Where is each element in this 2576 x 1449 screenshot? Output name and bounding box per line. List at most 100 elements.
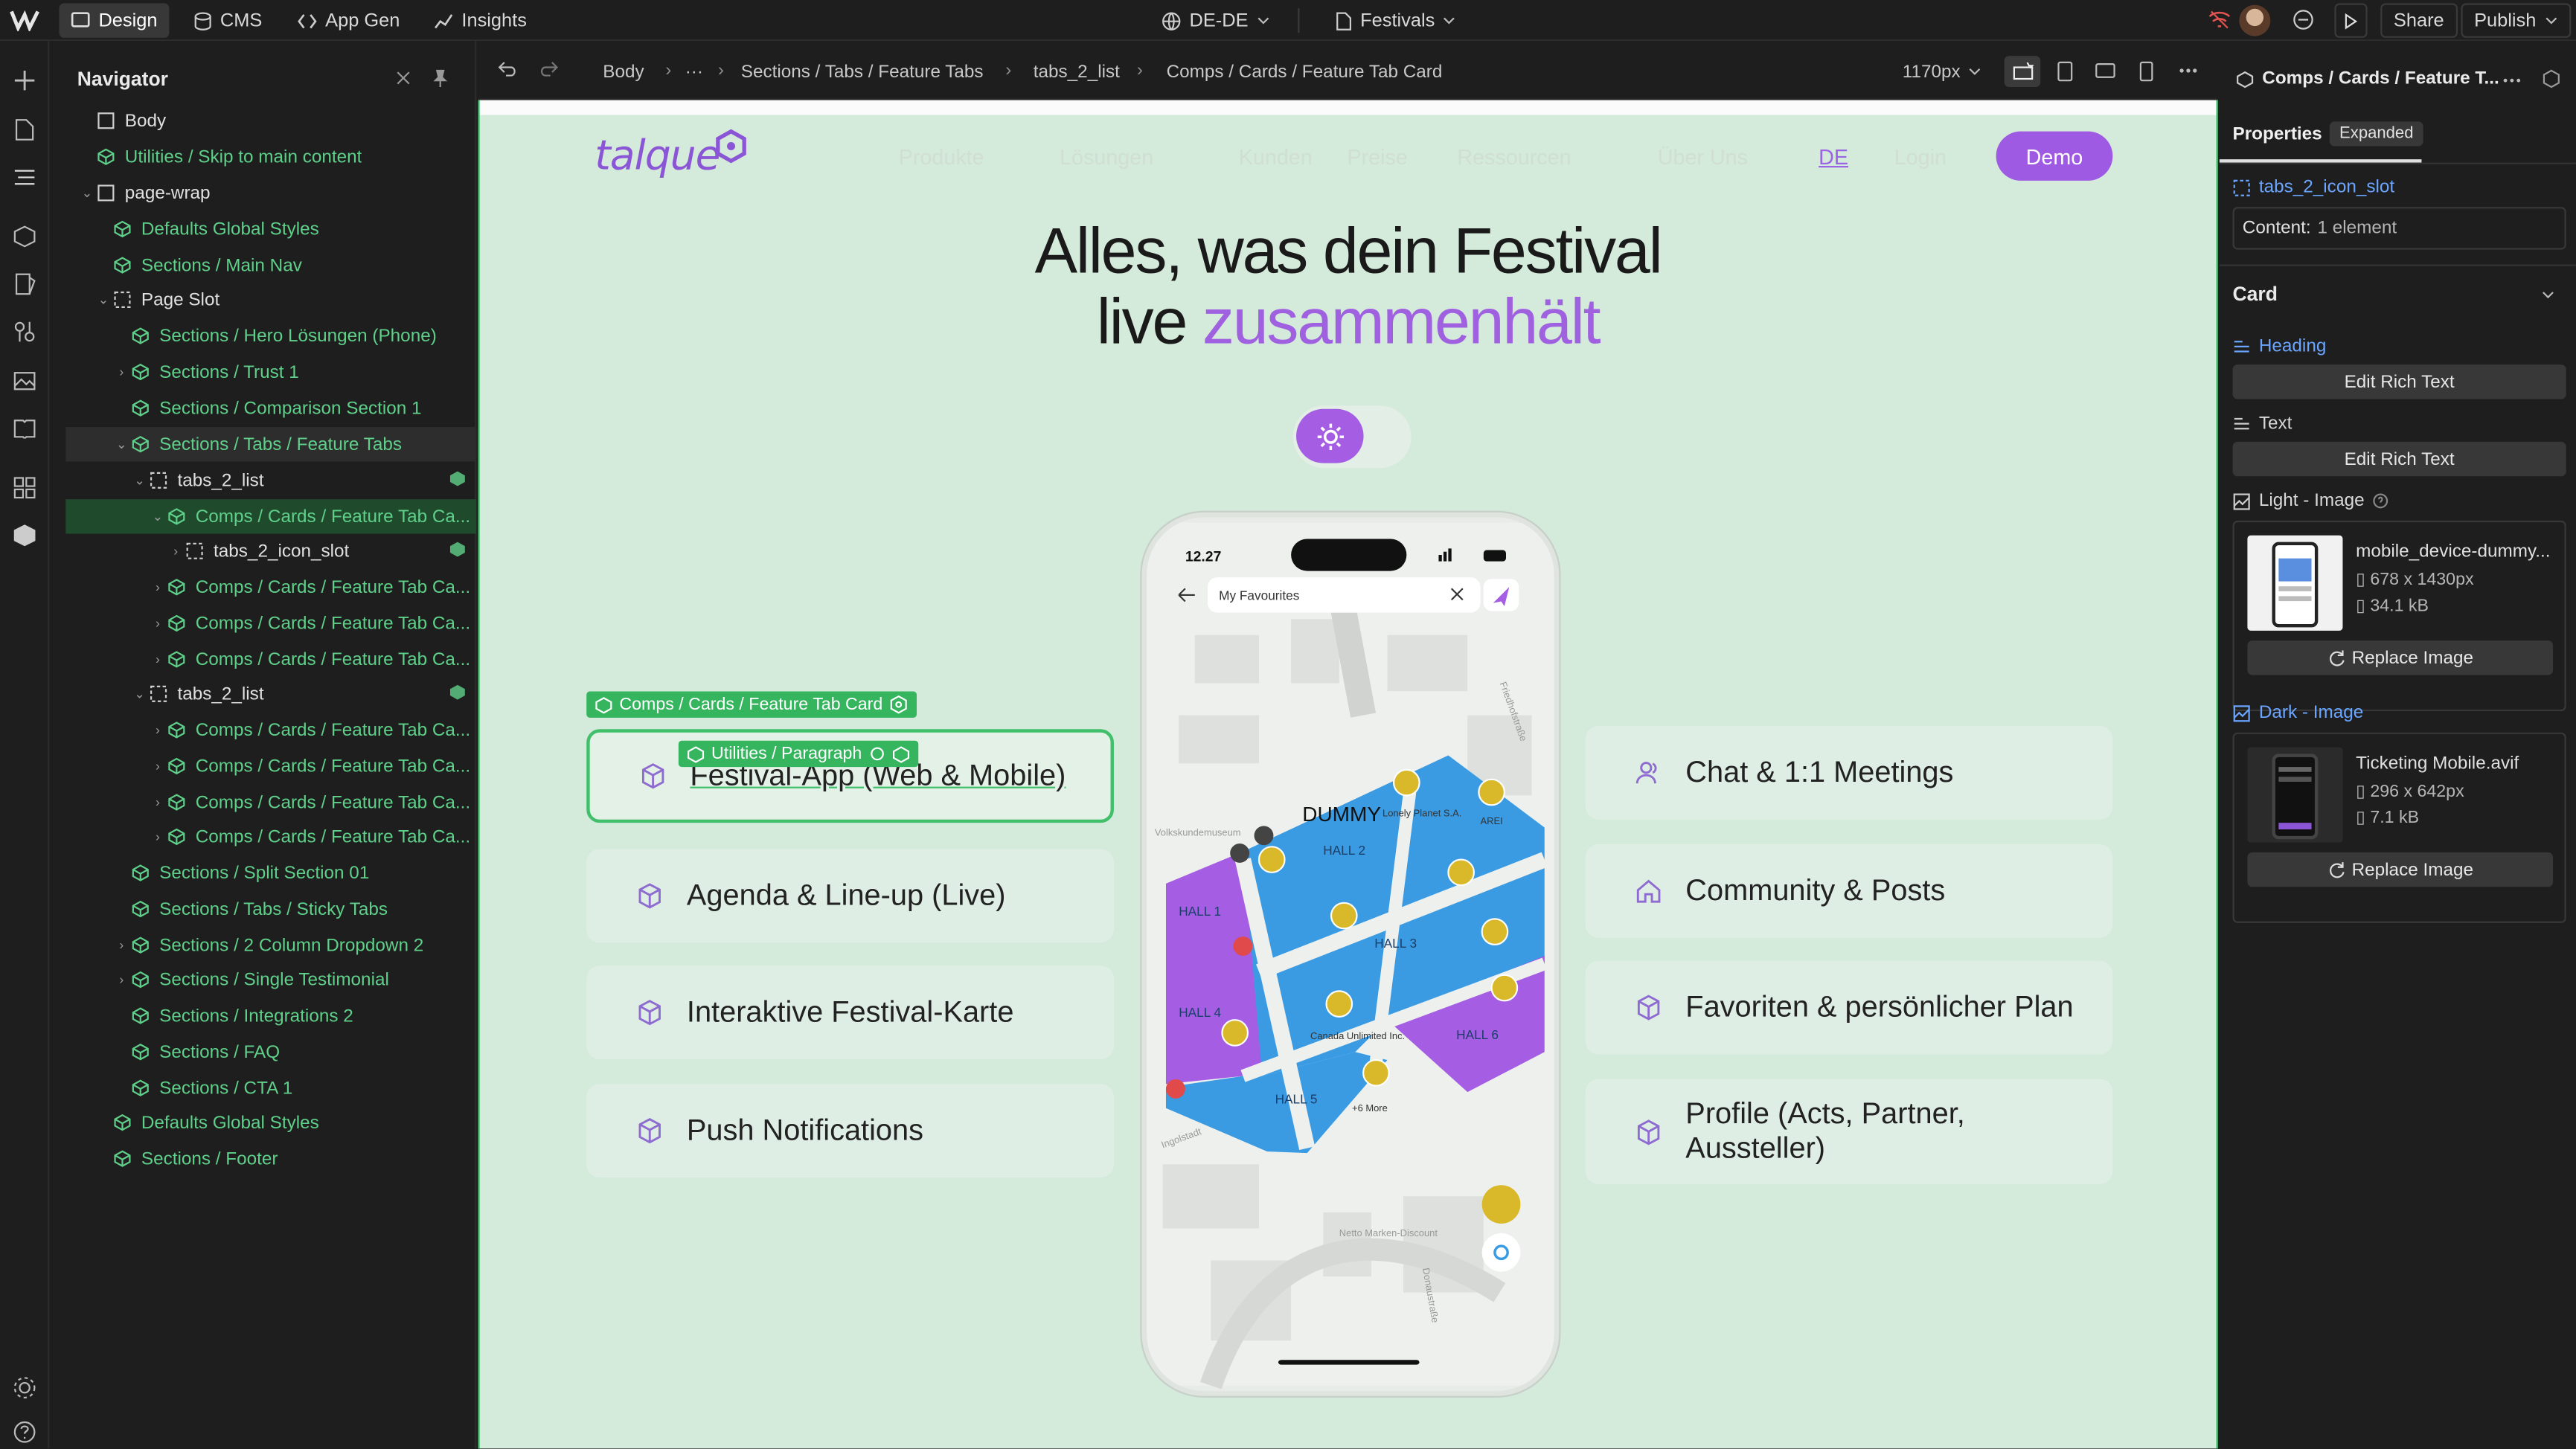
navigator-row[interactable]: › Comps / Cards / Feature Tab Ca...: [65, 785, 476, 819]
theme-toggle[interactable]: [1292, 405, 1412, 469]
feature-card-chat[interactable]: Chat & 1:1 Meetings: [1585, 725, 2113, 820]
design-canvas[interactable]: talque Produkte Lösungen Kunden Preise R…: [478, 100, 2218, 1449]
chevron-down-icon[interactable]: ⌄: [150, 509, 166, 524]
navigator-row[interactable]: › Comps / Cards / Feature Tab Ca...: [65, 642, 476, 676]
tab-cms[interactable]: CMS: [182, 3, 274, 37]
components-icon[interactable]: [10, 222, 39, 251]
breakpoint-desktop-active[interactable]: [2004, 56, 2041, 88]
navigator-row[interactable]: › Comps / Cards / Feature Tab Ca...: [65, 713, 476, 747]
chevron-right-icon[interactable]: ›: [150, 579, 166, 594]
favorite-pin-icon[interactable]: [1447, 858, 1475, 887]
chevron-right-icon[interactable]: ›: [150, 829, 166, 844]
edit-heading-button[interactable]: Edit Rich Text: [2232, 364, 2566, 399]
help-icon[interactable]: [2373, 492, 2389, 509]
favorite-pin-icon[interactable]: [1325, 990, 1353, 1018]
settings-icon[interactable]: [10, 1373, 39, 1403]
navigator-row[interactable]: Sections / Tabs / Sticky Tabs: [65, 892, 476, 926]
map-poi-icon[interactable]: [1233, 936, 1253, 956]
help-icon[interactable]: [10, 1417, 39, 1447]
favorite-pin-icon[interactable]: [1478, 778, 1505, 806]
navigator-row[interactable]: › Sections / 2 Column Dropdown 2: [65, 928, 476, 962]
favorite-pin-icon[interactable]: [1221, 1019, 1249, 1047]
feature-card-push[interactable]: Push Notifications: [586, 1084, 1114, 1178]
add-icon[interactable]: [10, 65, 39, 95]
selection-tag-card[interactable]: Comps / Cards / Feature Tab Card: [586, 691, 917, 718]
navigator-row[interactable]: ⌄ page-wrap: [65, 176, 476, 210]
navigator-row[interactable]: ⌄ Comps / Cards / Feature Tab Ca...: [65, 499, 477, 534]
navigator-row[interactable]: Sections / CTA 1: [65, 1071, 476, 1105]
nav-link-ueber-uns[interactable]: Über Uns: [1658, 144, 1748, 169]
tab-properties[interactable]: Properties: [2233, 125, 2322, 144]
library-icon[interactable]: [10, 414, 39, 443]
navigator-row[interactable]: Body: [65, 103, 476, 138]
heading-prop-row[interactable]: Heading: [2233, 337, 2566, 356]
canvas-width[interactable]: 1170px: [1903, 62, 1961, 82]
mobile-portrait-icon[interactable]: [2139, 61, 2154, 83]
assets-icon[interactable]: [10, 366, 39, 396]
pages-icon[interactable]: [10, 115, 39, 145]
navigator-row[interactable]: ⌄ tabs_2_list: [65, 463, 476, 498]
close-panel-icon[interactable]: [396, 71, 411, 86]
more-icon[interactable]: [2179, 68, 2198, 74]
navigator-row[interactable]: ⌄ Page Slot: [65, 283, 476, 317]
feature-card-profile[interactable]: Profile (Acts, Partner, Aussteller): [1585, 1079, 2113, 1184]
slot-row[interactable]: tabs_2_icon_slot: [2233, 177, 2566, 197]
nav-link-preise[interactable]: Preise: [1347, 144, 1407, 169]
navigator-row[interactable]: Defaults Global Styles: [65, 212, 476, 246]
avatar[interactable]: [2239, 4, 2271, 36]
tablet-icon[interactable]: [2057, 61, 2073, 83]
light-image-thumbnail[interactable]: [2247, 535, 2343, 631]
breadcrumb-tabs-list[interactable]: tabs_2_list: [1034, 62, 1120, 82]
light-image-prop-row[interactable]: Light - Image: [2233, 491, 2566, 511]
feature-card-community[interactable]: Community & Posts: [1585, 844, 2113, 938]
breadcrumb-feature-tabs[interactable]: Sections / Tabs / Feature Tabs: [741, 62, 984, 82]
chevron-right-icon[interactable]: ›: [150, 759, 166, 774]
favorite-pin-icon[interactable]: [1257, 846, 1286, 873]
chevron-right-icon[interactable]: ›: [167, 544, 184, 559]
wifi-off-icon[interactable]: [2208, 10, 2231, 29]
navigator-row[interactable]: Defaults Global Styles: [65, 1105, 476, 1140]
map-poi-icon[interactable]: [1165, 1079, 1185, 1099]
favorite-pin-icon[interactable]: [1330, 902, 1358, 930]
tab-expanded[interactable]: Expanded: [2329, 121, 2423, 147]
dark-image-prop-row[interactable]: Dark - Image: [2233, 703, 2566, 722]
text-prop-row[interactable]: Text: [2233, 414, 2566, 434]
replace-light-image-button[interactable]: Replace Image: [2247, 640, 2554, 675]
component-settings-icon[interactable]: [2542, 69, 2561, 89]
favorite-pin-icon[interactable]: [1393, 768, 1420, 797]
favorite-pin-icon[interactable]: [1362, 1058, 1390, 1087]
locate-fab[interactable]: [1481, 1233, 1521, 1272]
webflow-logo-icon[interactable]: [10, 8, 39, 31]
navigator-row[interactable]: › Sections / Trust 1: [65, 355, 476, 389]
navigator-row[interactable]: Sections / Comparison Section 1: [65, 391, 476, 425]
tab-app-gen[interactable]: App Gen: [286, 3, 411, 37]
navigator-row[interactable]: Sections / Integrations 2: [65, 998, 476, 1032]
preview-button[interactable]: [2334, 3, 2368, 38]
chevron-down-icon[interactable]: ⌄: [95, 292, 112, 307]
chevron-right-icon[interactable]: ›: [113, 938, 129, 953]
publish-button[interactable]: Publish: [2461, 3, 2571, 38]
navigator-row[interactable]: Utilities / Skip to main content: [65, 140, 476, 174]
apps-icon[interactable]: [10, 473, 39, 503]
navigator-row[interactable]: › tabs_2_icon_slot: [65, 534, 476, 568]
styles-icon[interactable]: [10, 269, 39, 299]
share-button[interactable]: Share: [2380, 3, 2458, 38]
navigator-row[interactable]: › Comps / Cards / Feature Tab Ca...: [65, 606, 476, 640]
breadcrumb-card[interactable]: Comps / Cards / Feature Tab Card: [1167, 62, 1443, 82]
chevron-down-icon[interactable]: ⌄: [79, 185, 95, 200]
package-icon[interactable]: [10, 521, 39, 550]
nav-lang-de[interactable]: DE: [1819, 144, 1848, 169]
feature-card-map[interactable]: Interaktive Festival-Karte: [586, 966, 1114, 1060]
chevron-right-icon[interactable]: ›: [150, 616, 166, 631]
replace-dark-image-button[interactable]: Replace Image: [2247, 852, 2554, 887]
selection-tag-paragraph[interactable]: Utilities / Paragraph: [678, 740, 918, 768]
nav-link-ressourcen[interactable]: Ressourcen: [1457, 144, 1571, 169]
undo-icon[interactable]: [498, 61, 517, 77]
comment-icon[interactable]: [2292, 8, 2315, 31]
navigator-row[interactable]: Sections / FAQ: [65, 1035, 476, 1069]
tab-design[interactable]: Design: [59, 3, 169, 38]
breadcrumb-more[interactable]: ···: [685, 62, 703, 82]
mobile-landscape-icon[interactable]: [2095, 62, 2116, 79]
locale-selector[interactable]: DE-DE: [1150, 3, 1281, 37]
navigator-row[interactable]: Sections / Hero Lösungen (Phone): [65, 318, 476, 353]
